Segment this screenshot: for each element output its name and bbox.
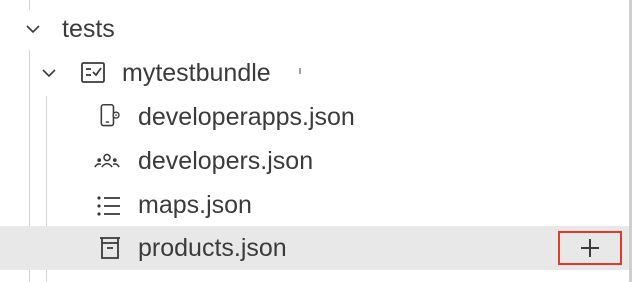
plus-icon[interactable] <box>580 238 600 258</box>
people-icon <box>94 153 120 168</box>
truncation-mark <box>299 68 301 74</box>
chevron-down-icon[interactable] <box>41 65 57 81</box>
tree-item-label: mytestbundle <box>122 59 271 87</box>
chevron-down-icon[interactable] <box>25 21 41 37</box>
tree-item-file[interactable]: developers.json <box>0 139 629 183</box>
tree-item-file[interactable]: products.json <box>0 226 629 270</box>
tree-item-tests[interactable]: tests <box>0 7 629 51</box>
tree-item-label: developerapps.json <box>138 103 355 131</box>
file-tree: tests mytestbundle developerapps.json de… <box>0 0 632 282</box>
tree-item-label: developers.json <box>138 147 314 175</box>
tree-item-label: products.json <box>138 234 287 262</box>
tree-item-label: tests <box>62 15 115 43</box>
tree-item-label: maps.json <box>138 191 252 219</box>
tree-item-mytestbundle[interactable]: mytestbundle <box>0 51 629 95</box>
list-icon <box>97 196 120 216</box>
tree-item-file[interactable]: maps.json <box>0 183 629 227</box>
add-button[interactable] <box>558 231 622 265</box>
checklist-icon <box>81 62 105 83</box>
package-icon <box>100 237 120 259</box>
tree-item-file[interactable]: developerapps.json <box>0 95 629 139</box>
mobile-gear-icon <box>100 103 120 127</box>
